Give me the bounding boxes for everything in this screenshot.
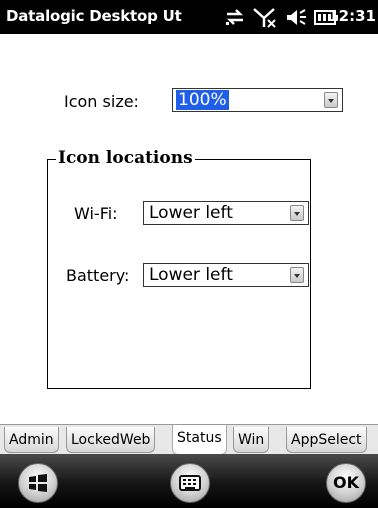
wifi-location-dropdown[interactable]: Lower left [143,201,309,225]
tab-appselect[interactable]: AppSelect [286,427,367,453]
icon-locations-title: Icon locations [56,148,195,168]
wifi-location-value: Lower left [149,203,233,223]
battery-location-value: Lower left [149,265,233,285]
window-title: Datalogic Desktop Ut [6,7,182,25]
settings-panel: Icon size: 100% Icon locations Wi-Fi: Lo… [0,34,378,424]
tab-win[interactable]: Win [233,427,270,453]
icon-size-label: Icon size: [64,92,139,111]
windows-start-icon[interactable] [18,463,58,503]
icon-size-dropdown[interactable]: 100% [172,88,343,112]
connectivity-icon[interactable] [224,6,246,28]
ok-button[interactable]: OK [326,463,366,503]
battery-label: Battery: [66,266,130,285]
tab-status[interactable]: Status [172,425,227,455]
tab-admin[interactable]: Admin [4,427,59,453]
chevron-down-icon[interactable] [290,267,304,283]
clock[interactable]: 12:31 [328,7,376,25]
speaker-icon[interactable] [285,6,307,28]
keyboard-icon[interactable] [170,463,210,503]
chevron-down-icon[interactable] [324,92,338,108]
chevron-down-icon[interactable] [290,205,304,221]
ok-label: OK [333,473,359,492]
battery-location-dropdown[interactable]: Lower left [143,263,309,287]
tab-bar: Admin LockedWeb Status Win AppSelect [0,424,378,455]
signal-off-icon[interactable] [252,6,278,28]
soft-key-bar: OK [0,454,378,508]
icon-size-value: 100% [176,90,229,110]
status-bar: Datalogic Desktop Ut 12:31 [0,0,378,34]
tab-lockedweb[interactable]: LockedWeb [66,427,156,453]
wifi-label: Wi-Fi: [74,204,118,223]
